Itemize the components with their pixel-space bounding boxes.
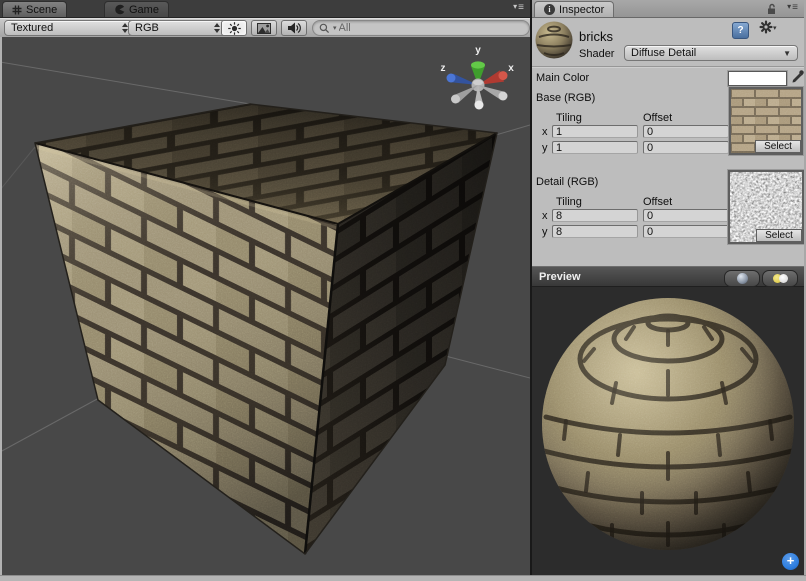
main-color-swatch[interactable] (728, 71, 787, 86)
tab-inspector-label: Inspector (559, 4, 604, 16)
brick-cube (0, 77, 530, 575)
unity-editor-window: Scene Game ▾≡ Textured RGB (0, 0, 806, 581)
preview-sphere-render (532, 287, 804, 575)
channels-value: RGB (135, 22, 210, 34)
gizmo-z-axis-label[interactable]: z (441, 63, 446, 74)
base-row-x-label: x (542, 126, 548, 138)
light-dot-icon (779, 274, 788, 283)
material-name: bricks (579, 29, 613, 44)
detail-offset-x-input[interactable] (643, 209, 729, 222)
base-offset-x-input[interactable] (643, 125, 729, 138)
tab-scene-label: Scene (26, 4, 57, 16)
audio-toggle-button[interactable] (281, 20, 307, 36)
scene-3d-canvas: y x z (0, 37, 530, 575)
preview-mesh-button[interactable] (724, 270, 760, 287)
window-frame-bottom (0, 575, 806, 581)
lighting-toggle-button[interactable] (221, 20, 247, 36)
tab-inspector[interactable]: i Inspector (534, 1, 614, 17)
scene-orientation-gizmo[interactable]: y x z (441, 45, 515, 110)
scene-tabwell: Scene Game ▾≡ (0, 0, 530, 18)
speaker-icon (287, 22, 301, 34)
detail-offset-header: Offset (643, 196, 672, 208)
base-section-title: Base (RGB) (536, 92, 595, 104)
preview-lighting-button[interactable] (762, 270, 798, 287)
base-tiling-header: Tiling (556, 112, 582, 124)
chevron-down-icon: ▼ (783, 49, 791, 58)
detail-tiling-header: Tiling (556, 196, 582, 208)
base-row-y-label: y (542, 142, 548, 154)
main-color-label: Main Color (536, 72, 589, 84)
base-tiling-y-input[interactable] (552, 141, 638, 154)
skybox-fx-toggle-button[interactable] (251, 20, 277, 36)
help-icon[interactable]: ? (732, 22, 749, 39)
channels-dropdown[interactable]: RGB (128, 20, 228, 36)
detail-texture-thumbnail[interactable]: Select (728, 170, 804, 244)
image-icon (257, 23, 271, 34)
scene-toolbar: Textured RGB (0, 18, 530, 38)
detail-row-x-label: x (542, 210, 548, 222)
scene-viewport[interactable]: y x z (0, 37, 530, 575)
tab-game[interactable]: Game (104, 1, 169, 17)
sphere-icon (737, 273, 748, 284)
base-offset-header: Offset (643, 112, 672, 124)
shader-dropdown[interactable]: Diffuse Detail ▼ (624, 45, 798, 61)
detail-tiling-x-input[interactable] (552, 209, 638, 222)
base-texture-thumbnail[interactable]: Select (729, 87, 803, 155)
lock-icon[interactable] (766, 3, 778, 15)
gear-icon[interactable]: ▾ (759, 20, 777, 34)
info-icon: i (544, 4, 555, 15)
gizmo-y-axis-label[interactable]: y (475, 45, 481, 56)
inspector-pane: i Inspector ▾≡ (532, 0, 804, 575)
detail-tiling-y-input[interactable] (552, 225, 638, 238)
scene-pane-menu-icon[interactable]: ▾≡ (513, 2, 525, 13)
scene-pane: Scene Game ▾≡ Textured RGB (0, 0, 530, 575)
shader-value: Diffuse Detail (631, 47, 777, 59)
detail-row-y-label: y (542, 226, 548, 238)
search-icon (319, 23, 331, 34)
detail-offset-y-input[interactable] (643, 225, 729, 238)
preview-body[interactable]: + (532, 287, 804, 575)
inspector-tabwell: i Inspector ▾≡ (532, 0, 804, 18)
updown-arrows-icon (214, 23, 221, 33)
material-preview-thumbnail[interactable] (535, 21, 573, 59)
search-input[interactable] (339, 22, 523, 34)
gear-glyph-icon (759, 20, 773, 34)
base-select-button[interactable]: Select (755, 140, 801, 153)
window-frame-left (0, 37, 2, 575)
shader-label: Shader (579, 48, 614, 60)
tab-scene[interactable]: Scene (2, 1, 67, 17)
preview-title: Preview (539, 271, 581, 283)
eyedropper-icon[interactable] (791, 69, 805, 84)
gizmo-x-axis-label[interactable]: x (508, 63, 514, 74)
base-offset-y-input[interactable] (643, 141, 729, 154)
grid-icon (12, 5, 22, 15)
render-mode-value: Textured (11, 22, 118, 34)
tab-game-label: Game (129, 4, 159, 16)
preview-add-button[interactable]: + (782, 553, 799, 570)
sun-icon (228, 22, 241, 35)
detail-section-title: Detail (RGB) (536, 176, 598, 188)
scene-search-field[interactable]: ▾ (312, 20, 530, 36)
preview-header[interactable]: Preview (532, 266, 804, 287)
render-mode-dropdown[interactable]: Textured (4, 20, 136, 36)
section-divider (532, 66, 804, 67)
detail-select-button[interactable]: Select (756, 229, 802, 242)
base-tiling-x-input[interactable] (552, 125, 638, 138)
search-scope-caret-icon: ▾ (333, 24, 337, 32)
inspector-pane-menu-icon[interactable]: ▾≡ (787, 2, 799, 13)
game-icon (114, 4, 125, 15)
